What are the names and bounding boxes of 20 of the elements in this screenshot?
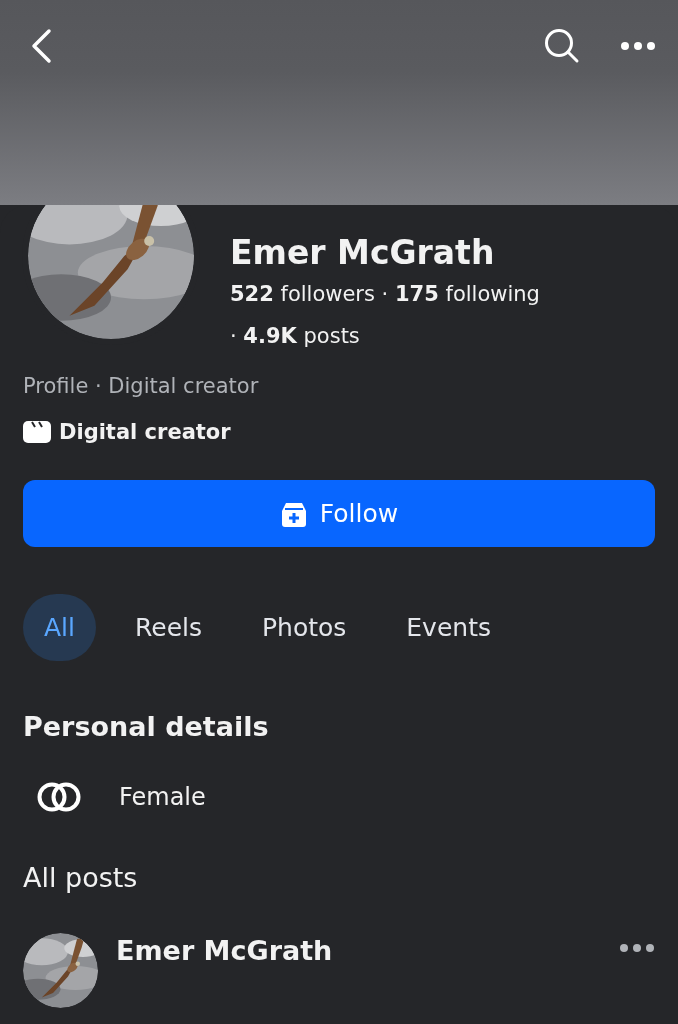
follow-button[interactable]: Follow (23, 480, 655, 547)
search-icon[interactable] (544, 28, 580, 64)
category-label: Digital creator (59, 420, 231, 444)
more-icon[interactable] (620, 41, 656, 51)
post-author[interactable]: Emer McGrath (116, 935, 601, 966)
follow-stats: 522 followers · 175 following (230, 282, 540, 306)
filter-tab[interactable]: Photos (241, 594, 368, 661)
rings-icon (37, 782, 81, 812)
filter-tab[interactable]: Events (385, 594, 512, 661)
section-title: All posts (23, 862, 139, 893)
back-icon[interactable] (30, 28, 52, 64)
posts-count: · 4.9K posts (230, 324, 361, 348)
clapperboard-icon (23, 420, 51, 444)
profile-name: Emer McGrath (230, 233, 496, 272)
detail-text: Female (119, 783, 206, 811)
more-icon[interactable] (619, 943, 655, 953)
section-title: Personal details (23, 711, 270, 742)
filter-tab[interactable]: All (23, 594, 96, 661)
profile-subtitle: Profile · Digital creator (23, 374, 260, 398)
filter-tab[interactable]: Reels (114, 594, 223, 661)
